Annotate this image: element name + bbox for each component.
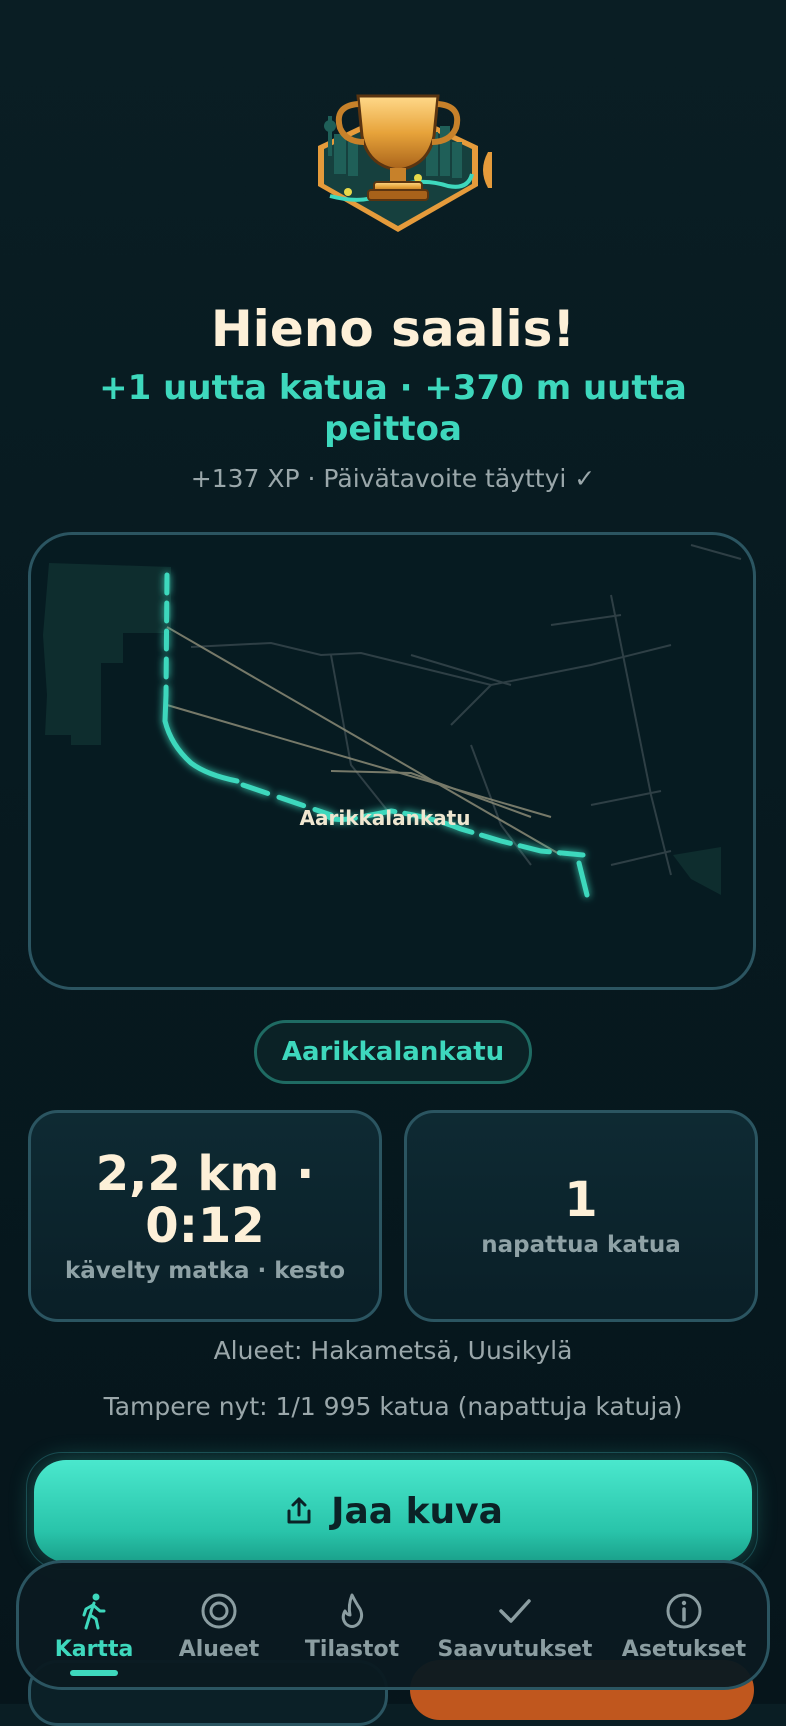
walk-icon [82, 1593, 106, 1630]
captured-streets-label: napattua katua [481, 1232, 681, 1258]
nav-label-saavutukset: Saavutukset [437, 1637, 593, 1662]
route-map[interactable]: Aarikkalankatu [28, 532, 756, 990]
distance-duration-value: 2,2 km · 0:12 [95, 1146, 315, 1254]
captured-street-line [162, 572, 590, 898]
city-progress-line: Tampere nyt: 1/1 995 katua (napattuja ka… [103, 1392, 683, 1421]
park-area [673, 847, 721, 895]
target-icon [201, 1593, 237, 1629]
map-street-label: Aarikkalankatu [300, 806, 471, 830]
trophy-city-icon [318, 94, 478, 232]
share-icon [287, 1497, 311, 1524]
distance-duration-label: kävelty matka · kesto [64, 1258, 346, 1284]
nav-item-alueet[interactable]: Alueet [159, 1563, 279, 1693]
nav-item-kartta[interactable]: Kartta [39, 1563, 149, 1693]
areas-line: Alueet: Hakametsä, Uusikylä [213, 1336, 573, 1365]
nav-label-kartta: Kartta [54, 1637, 134, 1662]
route-map-canvas: Aarikkalankatu [43, 544, 742, 898]
coverage-summary: +1 uutta katua · +370 m uutta peittoa [99, 368, 687, 449]
nav-label-asetukset: Asetukset [621, 1637, 747, 1662]
xp-status: +137 XP · Päivätavoite täyttyi ✓ [190, 464, 596, 493]
nav-item-saavutukset[interactable]: Saavutukset [425, 1563, 605, 1693]
nav-label-alueet: Alueet [178, 1637, 260, 1662]
next-badge-icon [478, 150, 492, 190]
captured-streets-value: 1 [564, 1172, 598, 1228]
captured-streets-card: 1 napattua katua [404, 1110, 758, 1322]
check-icon [499, 1599, 531, 1623]
nav-item-tilastot[interactable]: Tilastot [287, 1563, 417, 1693]
trophy-badge [308, 86, 488, 236]
nav-label-tilastot: Tilastot [304, 1637, 400, 1662]
share-button-label: Jaa kuva [331, 1490, 503, 1532]
distance-duration-card: 2,2 km · 0:12 kävelty matka · kesto [28, 1110, 382, 1322]
share-button[interactable]: Jaa kuva [34, 1460, 752, 1562]
flame-icon [341, 1593, 364, 1628]
page-title: Hieno saalis! [210, 300, 576, 358]
nav-active-indicator [70, 1670, 118, 1676]
nav-item-asetukset[interactable]: Asetukset [609, 1563, 759, 1693]
park-area [43, 563, 171, 745]
bottom-nav: Kartta Alueet Tilastot Saavutukset Asetu… [16, 1560, 770, 1690]
info-icon [666, 1593, 702, 1629]
street-chip[interactable]: Aarikkalankatu [254, 1020, 532, 1084]
